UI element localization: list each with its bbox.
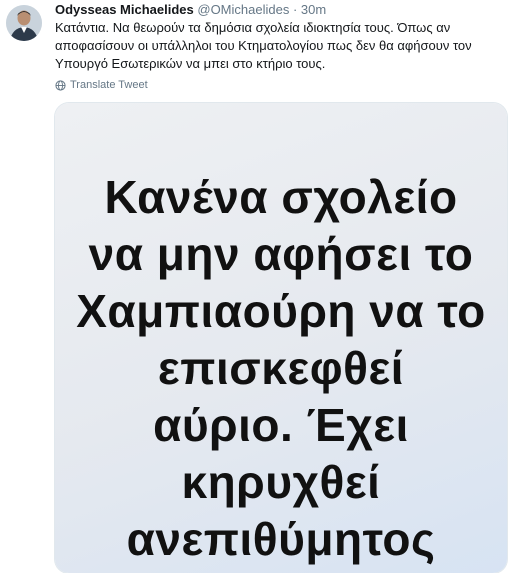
media-text-line: Χαμπιαούρη να το (76, 285, 486, 337)
translate-tweet-label: Translate Tweet (70, 79, 148, 91)
media-text-line: Κανένα σχολείο (104, 171, 458, 223)
separator-dot: · (292, 2, 298, 17)
media-text-line: ανεπιθύμητος (126, 513, 436, 565)
translate-tweet-link[interactable]: Translate Tweet (55, 78, 148, 92)
globe-icon (55, 79, 66, 91)
tweet-header: Odysseas Michaelides @OMichaelides · 30m (55, 2, 326, 18)
tweet-text: Κατάντια. Να θεωρούν τα δημόσια σχολεία … (55, 20, 472, 71)
media-image-text: Κανένα σχολείο να μην αφήσει το Χαμπιαού… (55, 169, 507, 568)
tweet[interactable]: Odysseas Michaelides @OMichaelides · 30m… (0, 0, 513, 573)
tweet-media-image[interactable]: Κανένα σχολείο να μην αφήσει το Χαμπιαού… (55, 103, 507, 573)
media-text-line: αύριο. Έχει (153, 399, 409, 451)
media-text-line: να μην αφήσει το (88, 228, 474, 280)
user-avatar-icon (6, 5, 42, 41)
avatar[interactable] (6, 5, 42, 41)
screen-name[interactable]: @OMichaelides (197, 2, 289, 17)
display-name[interactable]: Odysseas Michaelides (55, 2, 194, 17)
media-text-line: επισκεφθεί (157, 342, 405, 394)
media-text-line: κηρυχθεί (181, 456, 381, 508)
timestamp[interactable]: 30m (301, 2, 326, 17)
